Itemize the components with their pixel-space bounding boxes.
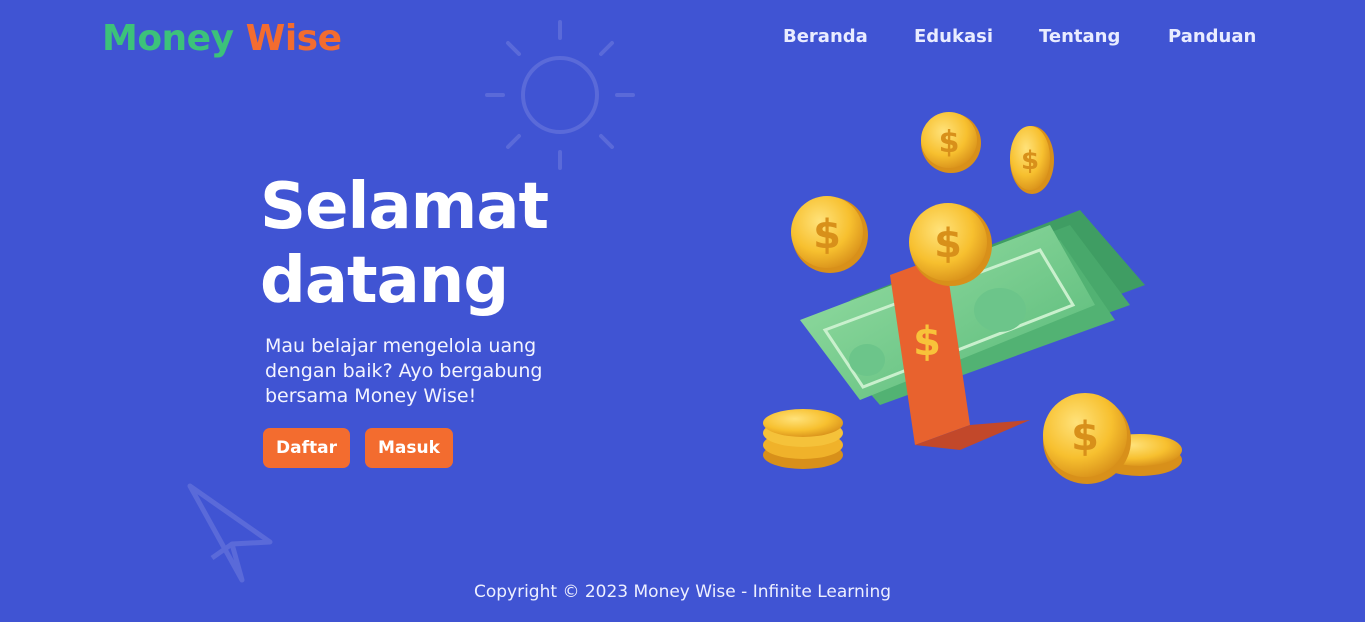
coin-right-big: $: [1043, 393, 1131, 484]
logo-word-wise: Wise: [245, 18, 342, 59]
money-stack-coins-illustration: $ $ $ $ $ $: [763, 112, 1182, 484]
svg-text:$: $: [1021, 146, 1039, 176]
coin-stack-left: [763, 409, 843, 469]
hero-title: Selamat datang: [260, 170, 549, 318]
svg-text:$: $: [1071, 414, 1099, 460]
coin-left-floating: $: [791, 196, 868, 273]
nav-link-tentang[interactable]: Tentang: [1039, 26, 1120, 47]
login-button[interactable]: Masuk: [365, 428, 453, 468]
logo[interactable]: Money Wise: [102, 18, 342, 59]
register-button[interactable]: Daftar: [263, 428, 350, 468]
svg-text:$: $: [813, 212, 841, 258]
hero-title-line2: datang: [260, 244, 509, 318]
svg-text:$: $: [913, 319, 941, 365]
coin-top-small: $: [921, 112, 981, 173]
nav-link-beranda[interactable]: Beranda: [783, 26, 868, 47]
paper-plane-icon: [187, 483, 273, 583]
logo-word-money: Money: [102, 18, 234, 59]
nav-link-panduan[interactable]: Panduan: [1168, 26, 1256, 47]
hero-description: Mau belajar mengelola uang dengan baik? …: [265, 335, 543, 407]
sun-icon: [485, 20, 635, 170]
nav-link-edukasi[interactable]: Edukasi: [914, 26, 993, 47]
svg-text:$: $: [934, 221, 962, 267]
coin-top-right: $: [1010, 126, 1054, 194]
footer-copyright: Copyright © 2023 Money Wise - Infinite L…: [473, 582, 892, 602]
svg-text:$: $: [939, 125, 960, 160]
hero-title-line1: Selamat: [260, 170, 549, 244]
